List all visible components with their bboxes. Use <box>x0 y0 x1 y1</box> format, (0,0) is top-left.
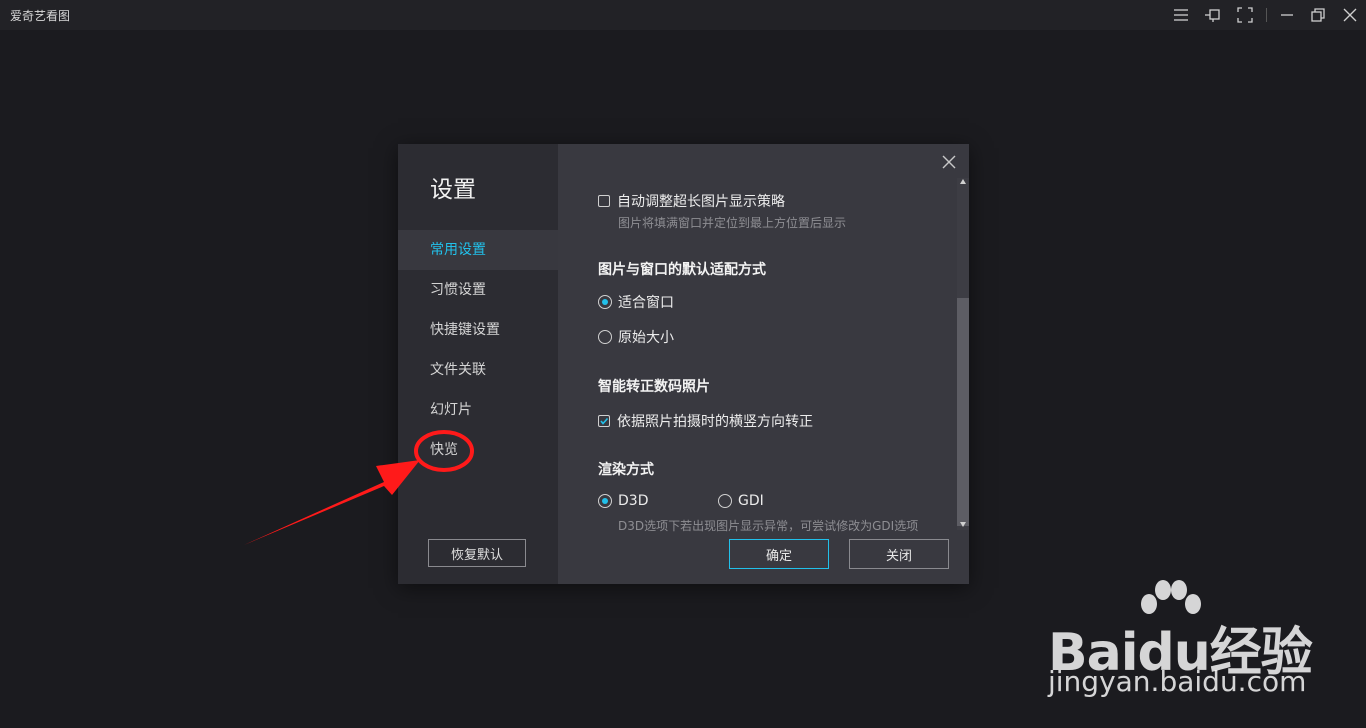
minimize-icon[interactable] <box>1277 5 1297 25</box>
scroll-up-icon[interactable] <box>960 179 966 184</box>
gdi-label: GDI <box>738 493 764 509</box>
close-icon[interactable] <box>1340 5 1360 25</box>
auto-long-image-hint: 图片将填满窗口并定位到最上方位置后显示 <box>618 216 847 230</box>
fit-window-label: 适合窗口 <box>618 295 674 311</box>
confirm-button[interactable]: 确定 <box>729 539 829 569</box>
auto-long-image-label: 自动调整超长图片显示策略 <box>617 194 785 210</box>
auto-long-image-checkbox[interactable] <box>598 195 610 207</box>
original-size-option[interactable]: 原始大小 <box>598 327 674 347</box>
original-size-label: 原始大小 <box>618 330 674 346</box>
restore-defaults-button[interactable]: 恢复默认 <box>428 539 526 567</box>
gdi-radio[interactable] <box>718 494 732 508</box>
baidu-jingyan-watermark: Baidu经验 jingyan.baidu.com <box>1040 580 1340 710</box>
render-mode-hint: D3D选项下若出现图片显示异常，可尝试修改为GDI选项 <box>618 519 919 533</box>
nav-item-slideshow[interactable]: 幻灯片 <box>398 390 558 430</box>
settings-content: 自动调整超长图片显示策略 图片将填满窗口并定位到最上方位置后显示 图片与窗口的默… <box>558 144 969 584</box>
scroll-down-icon[interactable] <box>960 522 966 527</box>
auto-long-image-option[interactable]: 自动调整超长图片显示策略 <box>598 191 785 211</box>
auto-rotate-label: 依据照片拍摄时的横竖方向转正 <box>617 414 813 430</box>
nav-item-shortcuts[interactable]: 快捷键设置 <box>398 310 558 350</box>
d3d-option[interactable]: D3D <box>598 493 648 509</box>
watermark-url: jingyan.baidu.com <box>1048 665 1307 698</box>
dialog-title: 设置 <box>430 177 476 203</box>
menu-icon[interactable] <box>1171 5 1191 25</box>
fit-window-radio[interactable] <box>598 295 612 309</box>
d3d-radio[interactable] <box>598 494 612 508</box>
original-size-radio[interactable] <box>598 330 612 344</box>
restore-icon[interactable] <box>1308 5 1328 25</box>
settings-sidebar: 设置 常用设置 习惯设置 快捷键设置 文件关联 幻灯片 快览 恢复默认 <box>398 144 558 584</box>
fullscreen-icon[interactable] <box>1235 5 1255 25</box>
fit-mode-heading: 图片与窗口的默认适配方式 <box>598 262 766 278</box>
render-mode-heading: 渲染方式 <box>598 462 654 478</box>
title-bar: 爱奇艺看图 <box>0 0 1366 30</box>
nav-item-quick-view[interactable]: 快览 <box>398 430 558 470</box>
dialog-close-icon[interactable] <box>940 153 958 171</box>
gdi-option[interactable]: GDI <box>718 493 764 509</box>
nav-item-habits[interactable]: 习惯设置 <box>398 270 558 310</box>
d3d-label: D3D <box>618 493 649 509</box>
settings-dialog: 设置 常用设置 习惯设置 快捷键设置 文件关联 幻灯片 快览 恢复默认 自动调整… <box>398 144 969 584</box>
scrollbar-thumb[interactable] <box>957 298 969 526</box>
nav-item-general[interactable]: 常用设置 <box>398 230 558 270</box>
auto-rotate-checkbox[interactable] <box>598 415 610 427</box>
titlebar-separator <box>1266 8 1267 22</box>
auto-rotate-option[interactable]: 依据照片拍摄时的横竖方向转正 <box>598 411 813 431</box>
pin-icon[interactable] <box>1203 5 1223 25</box>
annotation-arrow <box>244 460 420 545</box>
fit-window-option[interactable]: 适合窗口 <box>598 292 674 312</box>
nav-item-file-association[interactable]: 文件关联 <box>398 350 558 390</box>
close-button[interactable]: 关闭 <box>849 539 949 569</box>
auto-rotate-heading: 智能转正数码照片 <box>598 379 710 395</box>
settings-scrollbar[interactable] <box>957 178 969 530</box>
app-title: 爱奇艺看图 <box>10 9 71 23</box>
